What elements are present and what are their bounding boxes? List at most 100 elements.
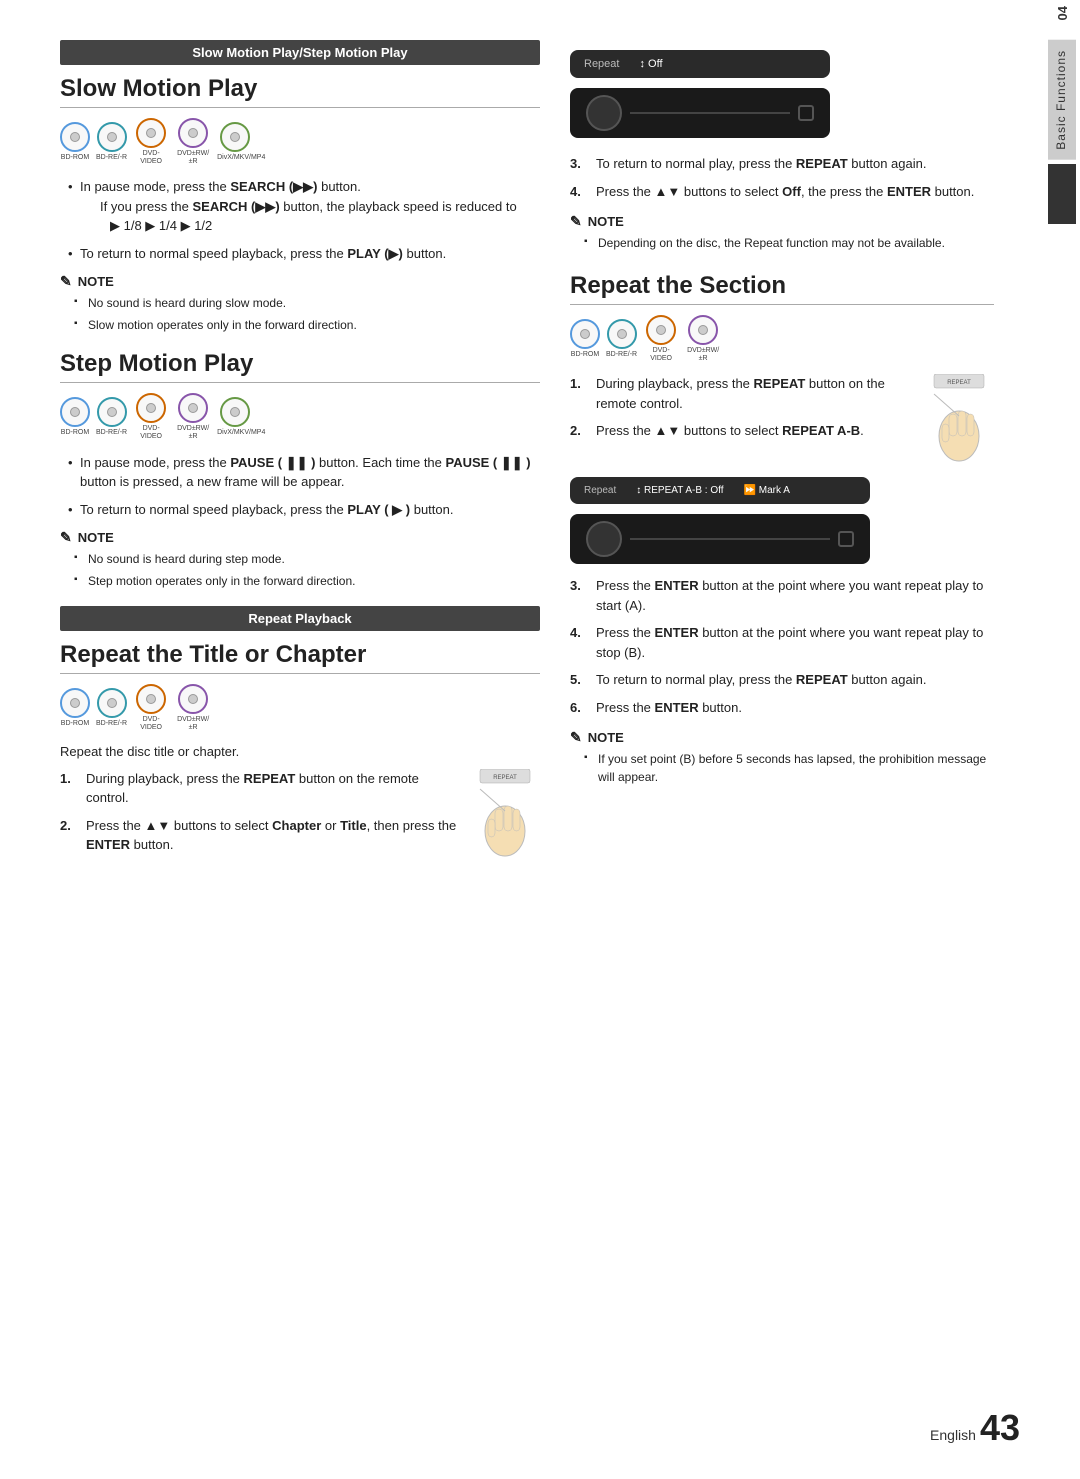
- disc-label-dvdrw: DVD±RW/±R: [175, 150, 211, 165]
- rep-disc-bdrom: BD-ROM: [60, 688, 90, 728]
- remote-hand-illustration-1: REPEAT: [470, 769, 540, 862]
- repeat-section-note-list: If you set point (B) before 5 seconds ha…: [570, 750, 994, 786]
- rs-step-num-5: 5.: [570, 670, 588, 690]
- svg-text:REPEAT: REPEAT: [947, 380, 971, 386]
- repeat-disc-icons: BD-ROM BD-RE/-R DVD-VIDEO DVD±RW/±R: [60, 684, 540, 731]
- step-note-item-1: No sound is heard during step mode.: [74, 550, 540, 568]
- step-motion-note-label: NOTE: [78, 530, 114, 545]
- side-tab: 04 Basic Functions: [1044, 0, 1080, 1479]
- search-sub-text: If you press the SEARCH (▶▶) button, the…: [80, 199, 517, 214]
- rs-disc-label-dvdrw: DVD±RW/±R: [685, 347, 721, 362]
- rep-disc-bdrer: BD-RE/-R: [96, 688, 127, 728]
- step-motion-disc-icons: BD-ROM BD-RE/-R DVD-VIDEO DVD±RW/±R: [60, 393, 540, 440]
- repeat-section-note-title: ✎ NOTE: [570, 729, 994, 746]
- rs-step-content-4: Press the ENTER button at the point wher…: [596, 623, 994, 662]
- rs-step-num-6: 6.: [570, 698, 588, 718]
- disc-circle-dvdvideo: [136, 118, 166, 148]
- step-motion-title: Step Motion Play: [60, 350, 540, 383]
- right-step-3: 3. To return to normal play, press the R…: [570, 154, 994, 174]
- right-note-1-title: ✎ NOTE: [570, 213, 994, 230]
- note-pencil-icon: ✎: [60, 273, 72, 290]
- disc-circle-bdrom: [60, 122, 90, 152]
- slow-motion-disc-icons: BD-ROM BD-RE/-R DVD-VIDEO DVD±RW/±R: [60, 118, 540, 165]
- right-steps-3-4: 3. To return to normal play, press the R…: [570, 154, 994, 201]
- footer-english-label: English: [930, 1427, 976, 1443]
- step-content-1: During playback, press the REPEAT button…: [86, 769, 460, 808]
- remote-hand-svg-2: REPEAT: [924, 374, 994, 464]
- right-step-num-3: 3.: [570, 154, 588, 174]
- rs-disc-dvdvideo: DVD-VIDEO: [643, 315, 679, 362]
- step-disc-label-dvdvideo: DVD-VIDEO: [133, 425, 169, 440]
- rep-disc-dvdvideo: DVD-VIDEO: [133, 684, 169, 731]
- rep-disc-label-bdrer: BD-RE/-R: [96, 720, 127, 728]
- rs-step-num-2: 2.: [570, 421, 588, 441]
- slow-motion-note-title: ✎ NOTE: [60, 273, 540, 290]
- repeat-steps: 1. During playback, press the REPEAT but…: [60, 769, 460, 855]
- disc-image-1: [586, 95, 622, 131]
- bullet-search: In pause mode, press the SEARCH (▶▶) but…: [70, 177, 540, 236]
- disc-icon-other: DivX/MKV/MP4: [217, 122, 253, 162]
- screen-value-repeat-ab: ↕ REPEAT A-B : Off: [636, 485, 723, 496]
- note-item-1: No sound is heard during slow mode.: [74, 294, 540, 312]
- rs-step-num-4: 4.: [570, 623, 588, 662]
- step-disc-dvdvideo: DVD-VIDEO: [133, 393, 169, 440]
- player-controls-2: [838, 531, 854, 547]
- repeat-section-title: Repeat the Section: [570, 272, 994, 305]
- slow-motion-section: Slow Motion Play BD-ROM BD-RE/-R DVD-VID…: [60, 75, 540, 334]
- step-disc-circle-other: [220, 397, 250, 427]
- rs-step-content-2: Press the ▲▼ buttons to select REPEAT A-…: [596, 421, 914, 441]
- slow-motion-note-label: NOTE: [78, 274, 114, 289]
- page-number: 43: [980, 1407, 1020, 1449]
- rep-disc-circle-dvdrw: [178, 684, 208, 714]
- rep-disc-circle-dvdvideo: [136, 684, 166, 714]
- main-content: Slow Motion Play/Step Motion Play Slow M…: [0, 0, 1044, 1479]
- step-motion-bullets: In pause mode, press the PAUSE ( ❚❚ ) bu…: [60, 453, 540, 520]
- right-note-1-label: NOTE: [588, 214, 624, 229]
- screen-label-repeat: Repeat: [584, 58, 619, 70]
- rs-step-5: 5. To return to normal play, press the R…: [570, 670, 994, 690]
- disc-icon-bdrer: BD-RE/-R: [96, 122, 127, 162]
- player-controls-1: [798, 105, 814, 121]
- chapter-title: Basic Functions: [1048, 40, 1076, 160]
- player-bar-1: [630, 112, 790, 114]
- step-bullet-pause: In pause mode, press the PAUSE ( ❚❚ ) bu…: [70, 453, 540, 492]
- disc-circle-other: [220, 122, 250, 152]
- step-bullet-play: To return to normal speed playback, pres…: [70, 500, 540, 520]
- side-tab-accent: [1048, 164, 1076, 224]
- rs-note-label: NOTE: [588, 730, 624, 745]
- disc-label-other: DivX/MKV/MP4: [217, 154, 253, 162]
- rep-disc-circle-bdrer: [97, 688, 127, 718]
- disc-circle-dvdrw: [178, 118, 208, 148]
- right-column: Repeat ↕ Off 3. To return to normal play…: [570, 40, 994, 1439]
- step-disc-bdrom: BD-ROM: [60, 397, 90, 437]
- speed-text: ▶ 1/8 ▶ 1/4 ▶ 1/2: [80, 218, 212, 233]
- right-note-1-list: Depending on the disc, the Repeat functi…: [570, 234, 994, 252]
- right-note-1-item-1: Depending on the disc, the Repeat functi…: [584, 234, 994, 252]
- step-num-2: 2.: [60, 816, 78, 855]
- rs-disc-bdrom: BD-ROM: [570, 319, 600, 359]
- rep-disc-circle-bdrom: [60, 688, 90, 718]
- bullet-play: To return to normal speed playback, pres…: [70, 244, 540, 264]
- rs-disc-label-dvdvideo: DVD-VIDEO: [643, 347, 679, 362]
- disc-circle-bdrer: [97, 122, 127, 152]
- screen-value-repeat: ↕ Off: [639, 58, 662, 70]
- repeat-step-2: 2. Press the ▲▼ buttons to select Chapte…: [60, 816, 460, 855]
- disc-label-bdrom: BD-ROM: [61, 154, 89, 162]
- repeat-section-disc-icons: BD-ROM BD-RE/-R DVD-VIDEO DVD±RW/±R: [570, 315, 994, 362]
- rs-step-content-5: To return to normal play, press the REPE…: [596, 670, 994, 690]
- player-display-2: [570, 514, 870, 564]
- screen-display-1: Repeat ↕ Off: [570, 50, 830, 78]
- remote-hand-illustration-2: REPEAT: [924, 374, 994, 467]
- rs-step-content-3: Press the ENTER button at the point wher…: [596, 576, 994, 615]
- rep-disc-dvdrw: DVD±RW/±R: [175, 684, 211, 731]
- rs-step-6: 6. Press the ENTER button.: [570, 698, 994, 718]
- step-motion-note-title: ✎ NOTE: [60, 529, 540, 546]
- rs-disc-circle-dvdrw: [688, 315, 718, 345]
- disc-icon-bdrom: BD-ROM: [60, 122, 90, 162]
- repeat-section-steps-3-6: 3. Press the ENTER button at the point w…: [570, 576, 994, 717]
- step-motion-section: Step Motion Play BD-ROM BD-RE/-R DVD-VID…: [60, 350, 540, 590]
- repeat-step-1: 1. During playback, press the REPEAT but…: [60, 769, 460, 808]
- right-step-num-4: 4.: [570, 182, 588, 202]
- repeat-title-chapter-heading: Repeat the Title or Chapter: [60, 641, 540, 674]
- step-disc-dvdrw: DVD±RW/±R: [175, 393, 211, 440]
